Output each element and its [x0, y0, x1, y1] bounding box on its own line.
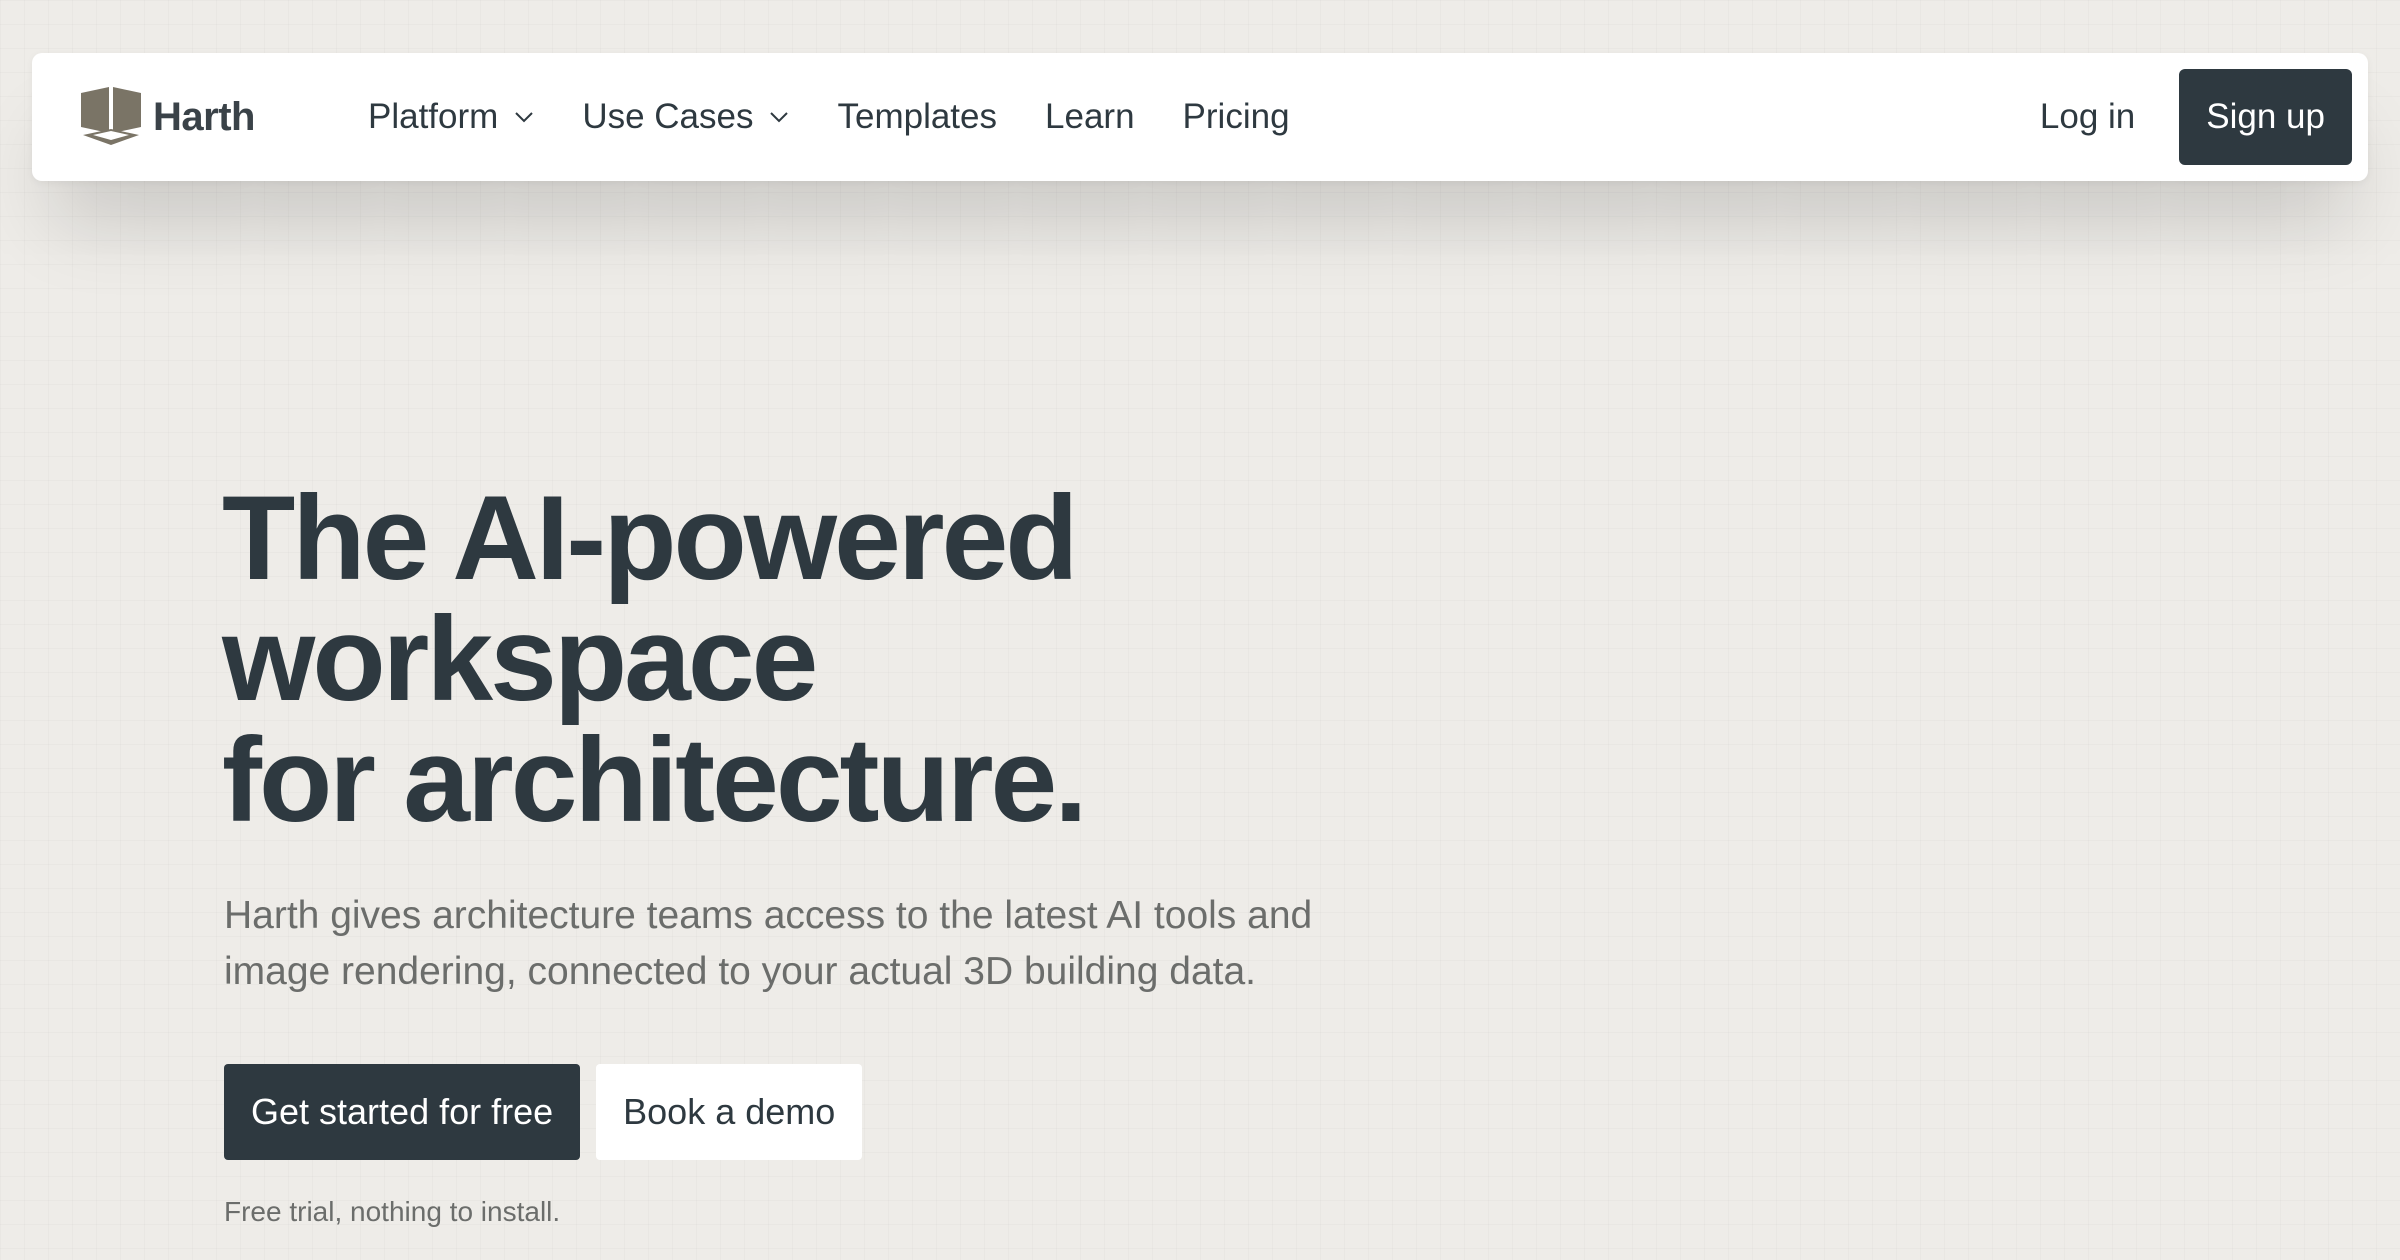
get-started-button[interactable]: Get started for free: [224, 1064, 581, 1160]
nav-item-label: Use Cases: [582, 97, 754, 136]
top-navbar: Harth Platform Use Cases Templates Learn…: [32, 53, 2368, 181]
cube-logo-icon: [79, 87, 143, 147]
nav-item-platform[interactable]: Platform: [368, 97, 534, 137]
nav-item-label: Platform: [368, 97, 499, 136]
hero-title-line: for architecture.: [222, 713, 1088, 847]
nav-item-templates[interactable]: Templates: [837, 97, 997, 137]
nav-item-label: Templates: [837, 97, 998, 136]
login-link[interactable]: Log in: [2040, 97, 2135, 137]
nav-actions: Log in Sign up: [2040, 69, 2352, 165]
book-demo-button[interactable]: Book a demo: [596, 1064, 863, 1160]
chevron-down-icon: [769, 111, 789, 123]
brand-name: Harth: [153, 94, 255, 139]
hero-subtitle: Harth gives architecture teams access to…: [224, 894, 1313, 993]
chevron-down-icon: [514, 111, 534, 123]
brand-logo-link[interactable]: Harth: [79, 87, 255, 147]
hero-title: The AI-powered workspace for architectur…: [222, 471, 1088, 847]
hero-cta-group: Get started for free Book a demo: [224, 1064, 863, 1160]
signup-button[interactable]: Sign up: [2179, 69, 2352, 165]
hero-title-line: The AI-powered: [222, 471, 1079, 605]
primary-nav: Platform Use Cases Templates Learn Prici…: [368, 53, 1338, 181]
nav-item-learn[interactable]: Learn: [1045, 97, 1135, 137]
hero-note: Free trial, nothing to install.: [224, 1196, 561, 1227]
nav-item-label: Pricing: [1182, 97, 1290, 136]
nav-item-pricing[interactable]: Pricing: [1183, 97, 1290, 137]
hero-title-line: workspace: [222, 592, 818, 726]
nav-item-label: Learn: [1045, 97, 1135, 136]
nav-item-use-cases[interactable]: Use Cases: [582, 97, 789, 137]
